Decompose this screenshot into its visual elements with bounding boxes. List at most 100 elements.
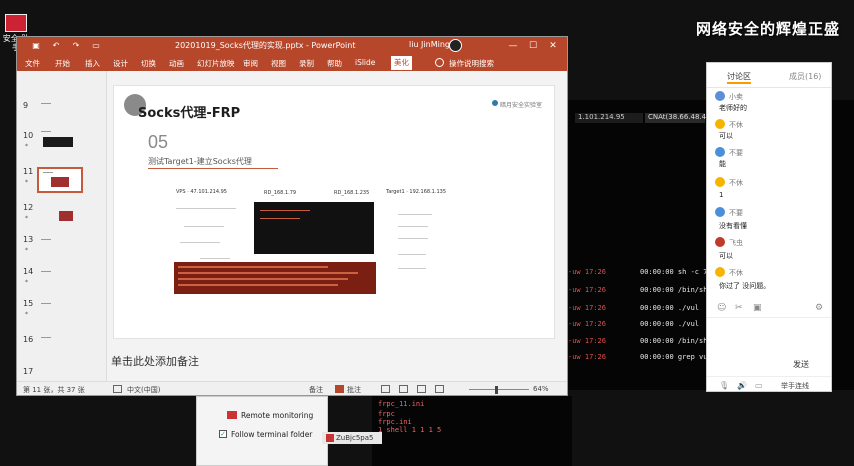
settings-icon[interactable]: ⚙: [815, 303, 823, 313]
language-label[interactable]: 中文(中国): [127, 385, 160, 395]
video-icon[interactable]: ▭: [755, 381, 763, 390]
terminal-tab[interactable]: CNAt(38.66.48.43): [645, 113, 713, 123]
thumb-star: *: [25, 179, 28, 186]
comments-button[interactable]: 批注: [347, 385, 361, 395]
tab-design[interactable]: 设计: [113, 58, 128, 69]
image-icon[interactable]: ▣: [753, 303, 762, 313]
scissors-icon[interactable]: ✂: [735, 303, 743, 313]
remote-panel: Remote monitoring ✓ Follow terminal fold…: [196, 396, 328, 466]
terminal-line: 00:00:00 ./vul: [640, 320, 700, 328]
close-button[interactable]: ✕: [545, 38, 561, 54]
diagram-line: [398, 214, 432, 215]
remote-monitoring-label[interactable]: Remote monitoring: [241, 411, 313, 420]
logo-icon: [492, 100, 498, 106]
present-icon[interactable]: ▭: [91, 41, 101, 51]
thumbnail-15[interactable]: [37, 295, 83, 321]
thumb-number: 16: [23, 335, 34, 344]
thumbnail-12[interactable]: [37, 199, 83, 225]
tab-beautify[interactable]: 美化: [391, 56, 412, 70]
tab-discussion[interactable]: 讨论区: [727, 71, 751, 84]
terminal-bottom[interactable]: frpc_11.ini frpc frpc.ini 1 shell 1 1 1 …: [372, 396, 572, 466]
thumbnail-16[interactable]: [37, 327, 83, 353]
tab-help[interactable]: 帮助: [327, 58, 342, 69]
comments-icon[interactable]: [335, 385, 344, 393]
status-bar: 第 11 张，共 37 张 中文(中国) 备注 批注 64%: [17, 381, 567, 395]
reading-view-icon[interactable]: [417, 385, 426, 393]
screenshot-text: [178, 278, 348, 280]
tab-review[interactable]: 审阅: [243, 58, 258, 69]
terminal-line: 00:00:00 grep vu: [640, 353, 708, 361]
redo-icon[interactable]: ↷: [71, 41, 81, 51]
tell-me-search[interactable]: 操作说明搜索: [449, 58, 494, 69]
message-author: 不休: [729, 121, 743, 129]
zoom-slider[interactable]: [469, 389, 529, 390]
mic-icon[interactable]: 🎙: [719, 381, 729, 390]
diagram-line: [180, 242, 220, 243]
message-text: 你过了 没问题。: [719, 282, 771, 290]
zoom-slider-thumb[interactable]: [495, 386, 498, 394]
terminal-line: -uw 17:26: [568, 320, 606, 328]
ribbon-tabs: 文件 开始 插入 设计 切换 动画 幻灯片放映 审阅 视图 录制 帮助 iSli…: [17, 55, 567, 71]
tab-file[interactable]: 文件: [25, 58, 40, 69]
user-name[interactable]: liu JinMing: [409, 40, 450, 49]
divider: [707, 87, 831, 88]
thumb-number: 10: [23, 131, 34, 140]
thumb-number: 14: [23, 267, 34, 276]
save-icon[interactable]: ▣: [31, 41, 41, 51]
normal-view-icon[interactable]: [381, 385, 390, 393]
sorter-view-icon[interactable]: [399, 385, 408, 393]
tab-members[interactable]: 成员(16): [789, 71, 821, 82]
spellcheck-icon[interactable]: [113, 385, 122, 393]
slide-canvas[interactable]: Socks代理-FRP 暗月安全实验室 05 测试Target1-建立Socks…: [113, 85, 555, 339]
tab-home[interactable]: 开始: [55, 58, 70, 69]
terminal-line: frpc_11.ini: [378, 400, 425, 408]
tab-islide[interactable]: iSlide: [355, 58, 375, 67]
zoom-level[interactable]: 64%: [533, 385, 549, 393]
thumbnail-14[interactable]: [37, 263, 83, 289]
follow-folder-checkbox[interactable]: ✓: [219, 430, 227, 438]
thumb-number: 12: [23, 203, 34, 212]
rd-label: RD_168.1.235: [334, 190, 370, 196]
avatar: [715, 207, 725, 217]
thumb-number: 15: [23, 299, 34, 308]
watermark: 网络安全的辉煌正盛: [695, 20, 840, 38]
slide-counter: 第 11 张，共 37 张: [23, 386, 85, 394]
slideshow-view-icon[interactable]: [435, 385, 444, 393]
terminal-line: -uw 17:26: [568, 304, 606, 312]
terminal-line: 00:00:00 ./vul: [640, 304, 700, 312]
raise-hand-button[interactable]: 举手连线: [781, 381, 809, 391]
message-text: 1: [719, 191, 724, 199]
tab-slideshow[interactable]: 幻灯片放映: [197, 58, 235, 69]
send-button[interactable]: 发送: [793, 359, 809, 370]
message-author: 飞虫: [729, 239, 743, 247]
tab-insert[interactable]: 插入: [85, 58, 100, 69]
thumbnail-10[interactable]: [37, 123, 83, 149]
target-label: Target1 · 192.168.1.135: [386, 189, 446, 195]
slide-title: Socks代理-FRP: [138, 106, 241, 121]
notes-placeholder[interactable]: 单击此处添加备注: [111, 353, 199, 369]
avatar[interactable]: [449, 39, 462, 52]
tab-record[interactable]: 录制: [299, 58, 314, 69]
thumbnail-11[interactable]: [37, 167, 83, 193]
maximize-button[interactable]: ☐: [525, 38, 541, 54]
speaker-icon[interactable]: 🔊: [737, 381, 747, 390]
message-text: 没有看懂: [719, 222, 747, 230]
tab-animations[interactable]: 动画: [169, 58, 184, 69]
minimize-button[interactable]: —: [505, 38, 521, 54]
undo-icon[interactable]: ↶: [51, 41, 61, 51]
thumb-number: 11: [23, 167, 34, 176]
diagram-line: [184, 226, 224, 227]
tab-transitions[interactable]: 切换: [141, 58, 156, 69]
thumb-image: [51, 177, 69, 187]
emoji-icon[interactable]: ☺: [717, 303, 726, 313]
thumbnail-13[interactable]: [37, 231, 83, 257]
chat-input[interactable]: [707, 317, 831, 357]
terminal-tab[interactable]: 1.101.214.95: [575, 113, 643, 123]
screenshot-text: [178, 272, 358, 274]
notes-button[interactable]: 备注: [309, 385, 323, 395]
tab-view[interactable]: 视图: [271, 58, 286, 69]
session-tab-icon: [326, 434, 334, 442]
app-icon: [5, 14, 27, 32]
thumbnail-9[interactable]: [37, 93, 83, 119]
monitor-icon: [227, 411, 237, 419]
